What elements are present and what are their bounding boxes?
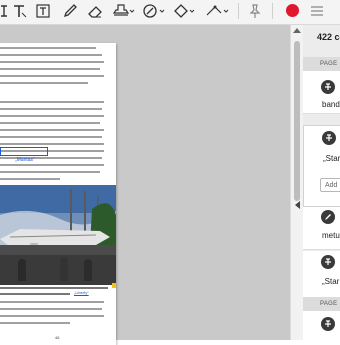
document-viewer[interactable]: „Mantas“ „Liberty“ 46 xyxy=(0,25,290,345)
caption-line xyxy=(0,287,108,289)
stamp-icon[interactable] xyxy=(113,2,135,20)
comment-count: 422 co xyxy=(317,32,340,42)
pin-icon[interactable] xyxy=(248,2,262,20)
pen-icon[interactable] xyxy=(62,2,78,20)
text-line xyxy=(0,171,100,173)
text-line xyxy=(0,308,102,310)
note-marker-icon[interactable] xyxy=(112,283,116,288)
yacht-photo xyxy=(0,185,116,285)
text-line xyxy=(0,68,100,70)
reply-input[interactable]: Add xyxy=(320,178,340,192)
annotation-toolbar xyxy=(0,0,340,25)
caption-link[interactable]: „Liberty“ xyxy=(74,290,89,295)
comments-panel: 422 co PAGE band „Star Add metu „Star PA… xyxy=(303,25,340,340)
text-line xyxy=(0,301,104,303)
text-line xyxy=(0,122,100,124)
comment-text: „Star xyxy=(323,154,340,163)
strikethrough-icon xyxy=(321,255,335,269)
highlighted-word: „Mantas“ xyxy=(15,157,35,163)
text-line xyxy=(0,143,104,145)
text-line xyxy=(0,115,104,117)
caption-line xyxy=(0,293,70,295)
text-line xyxy=(0,129,104,131)
text-t-icon[interactable] xyxy=(13,2,27,20)
strikethrough-icon xyxy=(321,317,335,331)
menu-icon[interactable] xyxy=(309,2,325,20)
text-line xyxy=(0,101,104,103)
toolbar-separator xyxy=(238,3,239,19)
strikethrough-icon xyxy=(322,131,336,145)
vertical-scrollbar[interactable] xyxy=(290,25,303,340)
strikethrough-icon xyxy=(321,80,335,94)
comment-item[interactable]: band xyxy=(303,71,340,114)
text-line xyxy=(0,178,60,180)
text-line xyxy=(0,47,96,49)
text-line xyxy=(0,136,102,138)
text-cursor-icon[interactable] xyxy=(0,2,10,20)
text-line xyxy=(0,75,104,77)
page-group-header: PAGE xyxy=(303,297,340,311)
comment-item[interactable] xyxy=(303,311,340,340)
comment-text: band xyxy=(322,100,340,109)
text-line xyxy=(0,54,102,56)
toolbar-separator xyxy=(272,3,273,19)
comment-text: metu xyxy=(322,231,340,240)
shape-icon[interactable] xyxy=(173,2,195,20)
text-line xyxy=(0,164,104,166)
text-line xyxy=(0,322,70,324)
page-group-header: PAGE xyxy=(303,57,340,71)
comment-item[interactable]: metu xyxy=(303,207,340,250)
scroll-up-icon[interactable] xyxy=(293,28,301,33)
text-line xyxy=(0,61,104,63)
document-page: „Mantas“ „Liberty“ 46 xyxy=(0,43,116,345)
shape-dropdown-icon[interactable] xyxy=(205,2,229,20)
comment-item-selected[interactable]: „Star Add xyxy=(303,125,340,207)
text-line xyxy=(0,315,104,317)
text-line xyxy=(0,108,102,110)
comment-text: „Star xyxy=(322,277,340,286)
collapse-panel-icon[interactable] xyxy=(295,201,300,209)
record-icon[interactable] xyxy=(286,4,299,17)
text-box-icon[interactable] xyxy=(36,2,50,20)
page-number: 46 xyxy=(55,335,60,340)
fill-sign-icon[interactable] xyxy=(143,2,165,20)
pen-icon xyxy=(321,210,335,224)
highlight-annotation[interactable]: „Mantas“ xyxy=(0,147,48,163)
comment-item[interactable]: „Star xyxy=(303,251,340,298)
text-line xyxy=(0,82,88,84)
eraser-icon[interactable] xyxy=(87,2,103,20)
scrollbar-thumb[interactable] xyxy=(294,41,300,201)
